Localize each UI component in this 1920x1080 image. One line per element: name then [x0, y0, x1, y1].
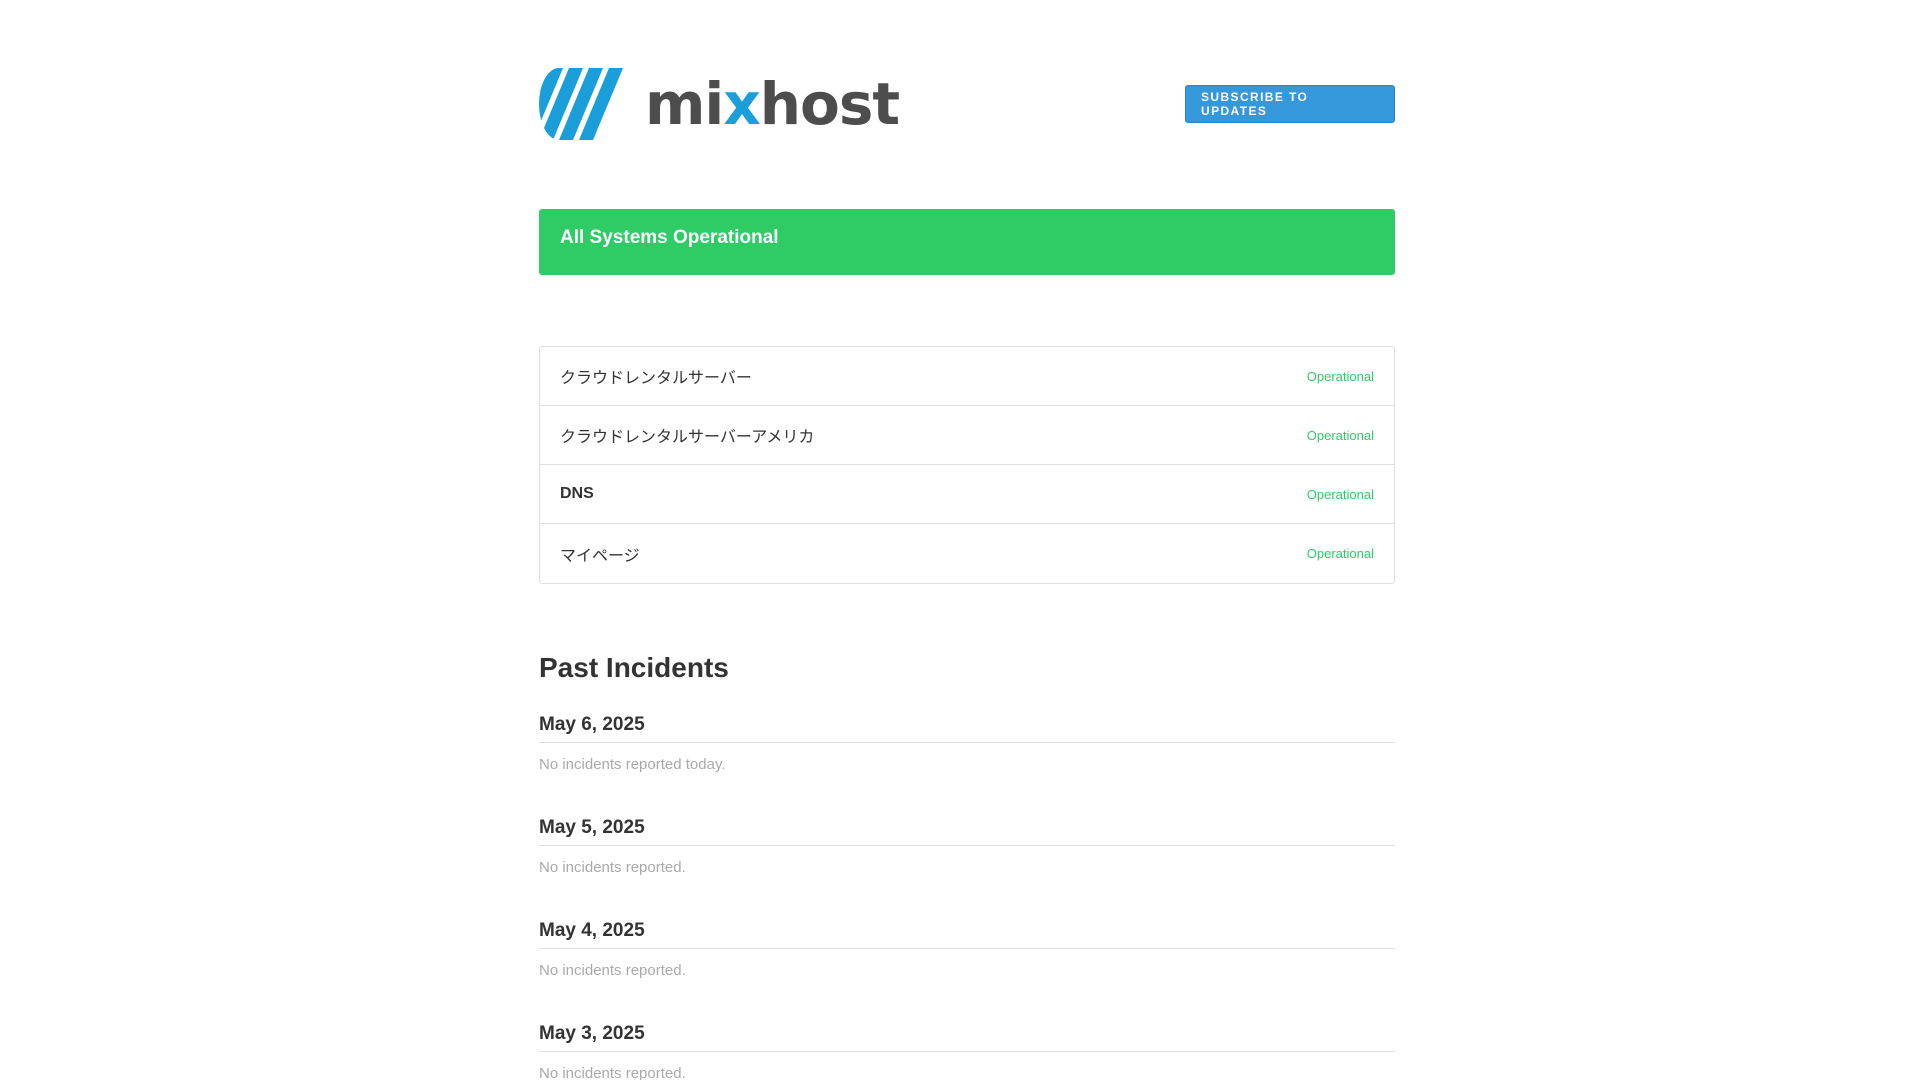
brand-logo[interactable]: mixhost: [539, 68, 900, 140]
component-status: Operational: [1306, 546, 1374, 561]
subscribe-button[interactable]: SUBSCRIBE TO UPDATES: [1185, 85, 1395, 123]
incident-day-date: May 4, 2025: [539, 920, 1395, 949]
overall-status-text: All Systems Operational: [560, 227, 779, 248]
component-status: Operational: [1306, 368, 1374, 384]
incident-day: May 6, 2025 No incidents reported today.: [539, 714, 1395, 773]
overall-status-banner: All Systems Operational: [539, 209, 1395, 275]
component-row: クラウドレンタルサーバー Operational: [540, 347, 1394, 406]
component-row: クラウドレンタルサーバーアメリカ Operational: [540, 406, 1394, 465]
component-name: クラウドレンタルサーバーアメリカ: [560, 429, 815, 446]
incident-day-date: May 5, 2025: [539, 817, 1395, 846]
brand-name-part2: host: [759, 70, 900, 138]
incident-day-message: No incidents reported today.: [539, 756, 726, 773]
main-container: mixhost SUBSCRIBE TO UPDATES All Systems…: [539, 0, 1395, 1080]
incident-day-date: May 3, 2025: [539, 1023, 1395, 1052]
brand-name-part1: mi: [645, 70, 724, 138]
past-incidents-title: Past Incidents: [539, 652, 729, 683]
brand-wordmark: mixhost: [645, 75, 900, 133]
brand-name-x: x: [723, 70, 760, 138]
component-name: DNS: [560, 485, 594, 502]
component-row: マイページ Operational: [540, 524, 1394, 583]
component-status: Operational: [1306, 486, 1374, 502]
incident-day: May 3, 2025 No incidents reported.: [539, 1023, 1395, 1080]
components-list: クラウドレンタルサーバー Operational クラウドレンタルサーバーアメリ…: [539, 346, 1395, 584]
header: mixhost SUBSCRIBE TO UPDATES: [539, 0, 1395, 200]
incident-day-message: No incidents reported.: [539, 1065, 686, 1080]
incident-day: May 5, 2025 No incidents reported.: [539, 817, 1395, 876]
incident-day: May 4, 2025 No incidents reported.: [539, 920, 1395, 979]
incident-day-message: No incidents reported.: [539, 859, 686, 876]
component-row: DNS Operational: [540, 465, 1394, 524]
incident-day-message: No incidents reported.: [539, 962, 686, 979]
component-name: クラウドレンタルサーバー: [560, 370, 752, 387]
incident-day-date: May 6, 2025: [539, 714, 1395, 743]
component-name: マイページ: [560, 547, 640, 565]
status-page: mixhost SUBSCRIBE TO UPDATES All Systems…: [0, 0, 1920, 1080]
component-status: Operational: [1306, 427, 1374, 443]
mixhost-logo-icon: [539, 68, 623, 140]
